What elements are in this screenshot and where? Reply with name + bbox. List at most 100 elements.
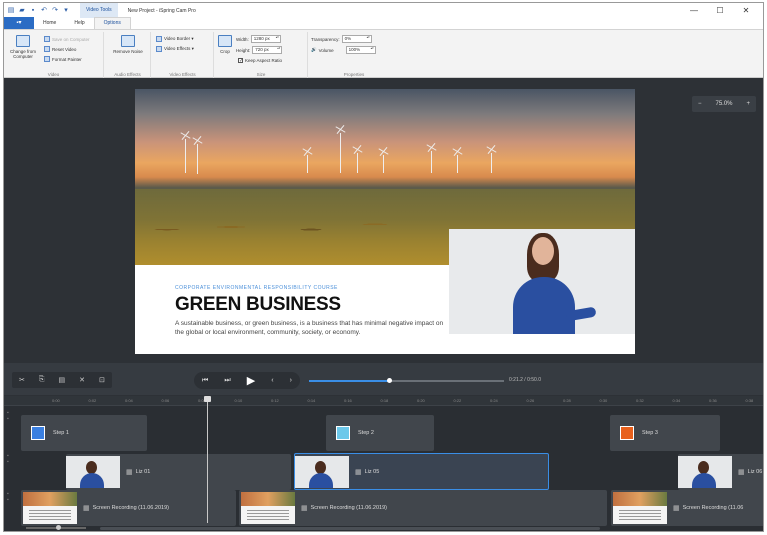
keep-aspect-ratio-checkbox[interactable]: ✓ Keep Aspect Ratio (238, 58, 282, 64)
wind-turbine (383, 155, 384, 173)
ruler-tick-label: 0:24 (490, 398, 498, 403)
tab-help[interactable]: Help (65, 18, 93, 29)
change-video-icon (16, 35, 30, 47)
video-border-dropdown[interactable]: Video Border ▾ (156, 36, 194, 42)
screen-recording-clip[interactable]: ▦ Screen Recording (11.06.2019) (21, 490, 236, 526)
volume-field[interactable]: 100% (345, 46, 376, 54)
step-color-swatch (620, 426, 634, 440)
minimize-button[interactable]: — (681, 3, 707, 18)
cut-icon[interactable]: ✂ (19, 376, 25, 384)
remove-noise-button[interactable]: Remove Noise (113, 35, 143, 54)
time-ruler[interactable]: 0:00 0:02 0:04 0:06 0:08 0:10 0:12 0:14 0:16 0:18… (4, 396, 763, 406)
reset-video-button[interactable]: Reset Video (44, 46, 76, 52)
track-controls[interactable]: ▪ ▪ (7, 453, 15, 465)
noise-icon (121, 35, 135, 47)
zoom-control: − 75.0% + (692, 96, 756, 112)
presenter-video[interactable] (449, 229, 635, 334)
seek-handle[interactable] (386, 378, 392, 383)
trees (135, 214, 455, 240)
wind-turbine (357, 153, 358, 173)
zoom-out-button[interactable]: − (698, 101, 702, 107)
presenter-body (513, 277, 575, 334)
play-button[interactable]: ▶ (247, 374, 255, 387)
slide-preview[interactable]: CORPORATE ENVIRONMENTAL RESPONSIBILITY C… (135, 89, 635, 354)
step-clip[interactable]: Step 1 (21, 415, 147, 451)
maximize-button[interactable]: ☐ (707, 3, 733, 18)
seek-bar[interactable] (309, 378, 504, 383)
track-controls[interactable]: ▪ ▪ (7, 410, 15, 422)
previous-icon[interactable]: ‹ (271, 377, 273, 384)
ruler-tick-label: 0:04 (125, 398, 133, 403)
webcam-clip[interactable]: ▦ Liz 06 (678, 454, 763, 490)
ruler-tick-label: 0:28 (563, 398, 571, 403)
context-tab-video-tools: Video Tools (80, 3, 118, 18)
step-color-swatch (31, 426, 45, 440)
quick-access-toolbar: ▤ ▰ ▪ ↶ ↷ ▾ (4, 7, 70, 15)
volume-icon: 🔊 (311, 47, 317, 52)
format-painter-button[interactable]: Format Painter (44, 56, 82, 62)
group-label: Audio Effects (114, 72, 141, 77)
wind-turbine (340, 133, 341, 173)
wind-turbine (197, 144, 198, 174)
save-on-computer-button[interactable]: Save on Computer (44, 36, 90, 42)
app-menu-icon[interactable]: ▤ (7, 7, 15, 15)
timeline-scrollbar[interactable] (100, 527, 600, 530)
change-from-computer-button[interactable]: Change from Computer (6, 35, 40, 59)
timeline-zoom-slider[interactable] (26, 525, 86, 530)
film-icon: ▦ (738, 469, 745, 476)
window-title: New Project - iSpring Cam Pro (127, 7, 196, 14)
presenter-face (532, 237, 554, 265)
step-clip[interactable]: Step 3 (610, 415, 720, 451)
crop-icon (218, 35, 232, 47)
delete-icon[interactable]: ✕ (79, 376, 85, 384)
clip-thumbnail (241, 492, 295, 524)
save-icon[interactable]: ▪ (29, 7, 37, 15)
crop-button[interactable]: Crop (217, 35, 233, 54)
film-icon: ▦ (301, 505, 308, 512)
playhead[interactable] (204, 396, 211, 523)
tab-options[interactable]: Options (93, 17, 131, 29)
timeline-zoom-handle[interactable] (56, 525, 61, 530)
height-field[interactable]: 720 px (252, 46, 283, 54)
wind-turbine (457, 155, 458, 173)
tab-home[interactable]: Home (34, 18, 65, 29)
canvas-area: − 75.0% + CORPORATE ENVIRONMENTAL RESPON… (4, 79, 763, 361)
copy-icon[interactable]: ⎘ (39, 376, 45, 384)
customize-icon[interactable]: ▾ (62, 7, 70, 15)
zoom-in-button[interactable]: + (746, 101, 750, 107)
webcam-clip[interactable]: ▦ Liz 01 (66, 454, 291, 490)
transport-controls: ⏮ ⏭ ▶ ‹ › (194, 372, 300, 389)
video-effects-dropdown[interactable]: Video Effects ▾ (156, 46, 194, 52)
ruler-tick-label: 0:34 (672, 398, 681, 403)
undo-icon[interactable]: ↶ (40, 7, 48, 15)
open-icon[interactable]: ▰ (18, 7, 26, 15)
group-label: Properties (343, 72, 365, 77)
size-group: Crop Width: 1280 px Height: 720 px ✓ Kee… (215, 32, 308, 78)
next-icon[interactable]: › (290, 377, 292, 384)
redo-icon[interactable]: ↷ (51, 7, 59, 15)
skip-end-icon[interactable]: ⏭ (224, 377, 230, 385)
ruler-tick-label: 0:38 (745, 398, 754, 403)
clip-thumbnail (613, 492, 667, 524)
clip-thumbnail (66, 456, 120, 488)
skip-start-icon[interactable]: ⏮ (202, 377, 208, 385)
transparency-field[interactable]: 0% (341, 35, 372, 43)
fit-icon[interactable]: ⊡ (99, 376, 105, 384)
file-menu-button[interactable]: ▪▾ (4, 17, 34, 29)
webcam-clip-selected[interactable]: ▦ Liz 05 (294, 453, 549, 490)
screen-recording-clip[interactable]: ▦ Screen Recording (11.06 (611, 490, 763, 526)
ruler-tick-label: 0:06 (161, 398, 170, 403)
clip-thumbnail (678, 456, 732, 488)
clip-thumbnail (295, 455, 349, 488)
paste-icon[interactable]: ▤ (59, 376, 66, 384)
step-clip[interactable]: Step 2 (326, 415, 434, 451)
width-field[interactable]: 1280 px (250, 35, 281, 43)
timeline: 0:00 0:02 0:04 0:06 0:08 0:10 0:12 0:14 0:16 0:18… (4, 396, 763, 531)
brush-icon (44, 56, 50, 62)
track-controls[interactable]: ▪ ▪ (7, 491, 15, 503)
ruler-tick-label: 0:16 (344, 398, 352, 403)
screen-recording-clip[interactable]: ▦ Screen Recording (11.06.2019) (239, 490, 607, 526)
close-button[interactable]: ✕ (733, 3, 759, 18)
ruler-tick-label: 0:12 (271, 398, 279, 403)
step-color-swatch (336, 426, 350, 440)
